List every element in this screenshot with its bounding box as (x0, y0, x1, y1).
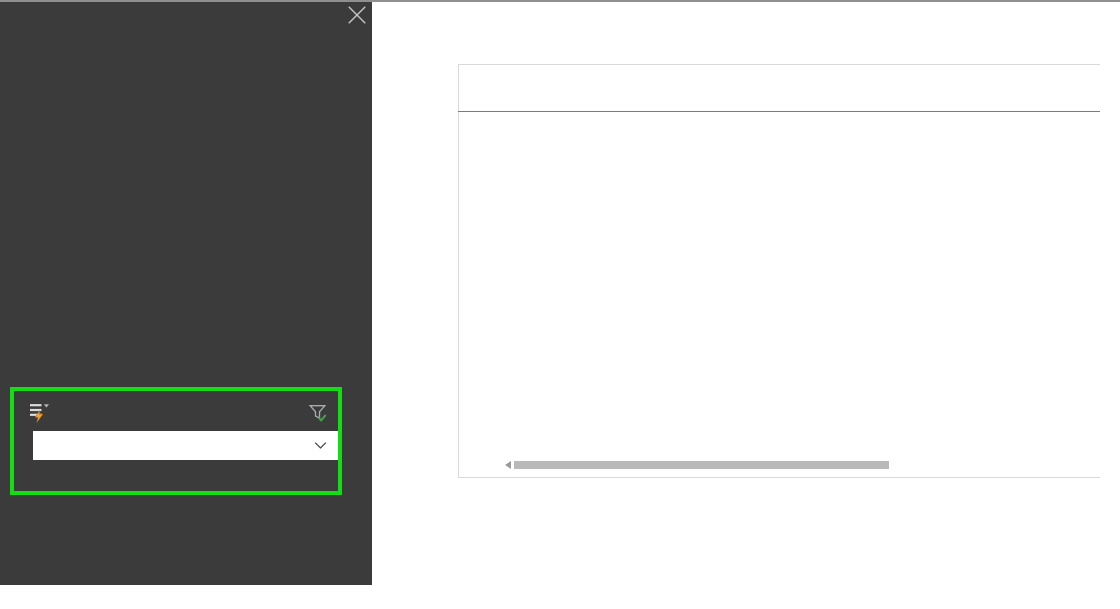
card-border-top (458, 64, 1100, 65)
card-border-left (458, 64, 459, 478)
scrollbar-left-arrow-icon[interactable] (505, 461, 511, 469)
card-border-bottom (458, 477, 1100, 478)
scrollbar-thumb[interactable] (514, 461, 889, 469)
dashboard-canvas (0, 0, 1120, 609)
title-separator (458, 111, 1100, 112)
window-top-edge (0, 0, 1120, 2)
